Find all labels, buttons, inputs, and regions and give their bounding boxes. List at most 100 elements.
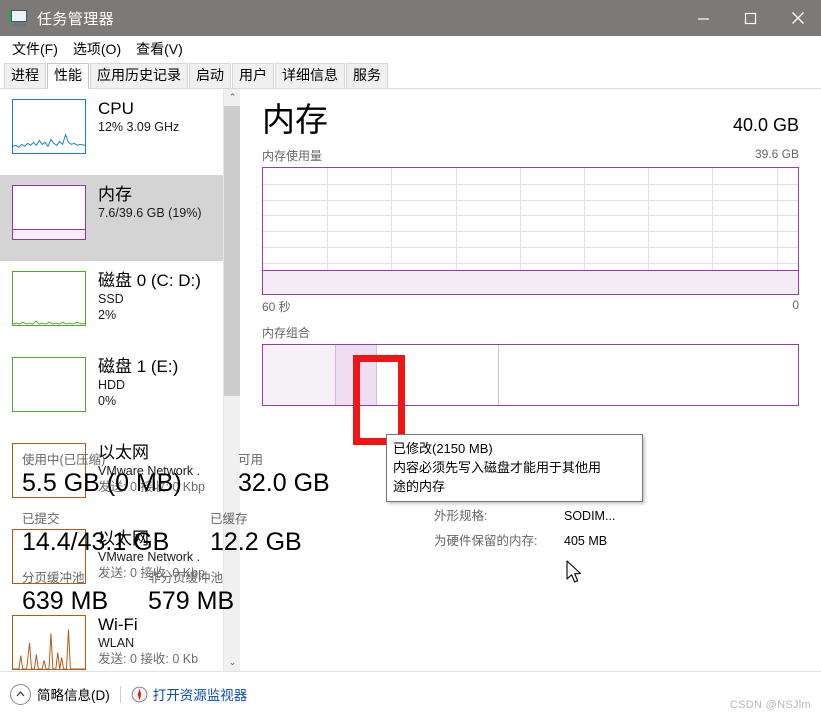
stat-paged-pool: 分页缓冲池 639 MB xyxy=(22,570,108,616)
fewer-details-button[interactable]: 简略信息(D) xyxy=(10,683,110,705)
minimize-button[interactable] xyxy=(680,0,727,36)
sidebar-item-memory-text: 内存 7.6/39.6 GB (19%) xyxy=(98,185,202,221)
stats-row-1: 使用中(已压缩) 5.5 GB (0 MB) 可用 32.0 GB xyxy=(22,452,392,500)
chevron-up-icon xyxy=(10,683,31,705)
scroll-up-icon[interactable]: ⌃ xyxy=(224,89,240,106)
stat-available-value: 32.0 GB xyxy=(238,469,330,497)
stat-in-use: 使用中(已压缩) 5.5 GB (0 MB) xyxy=(22,452,182,498)
sidebar-item-cpu-line2: 12% 3.09 GHz xyxy=(98,120,180,134)
sidebar-item-cpu[interactable]: CPU 12% 3.09 GHz xyxy=(0,89,240,175)
memory-composition-title: 内存组合 xyxy=(262,326,311,340)
stat-available: 可用 32.0 GB xyxy=(238,452,330,498)
stat-committed: 已提交 14.4/43.1 GB xyxy=(22,511,169,557)
watermark-text: CSDN @NSJlm xyxy=(729,699,811,711)
memory-thumbnail-graph xyxy=(12,185,86,240)
tooltip-line-1: 已修改(2150 MB) xyxy=(393,441,493,456)
stat-cached-label: 已缓存 xyxy=(210,512,248,526)
stat-paged-pool-label: 分页缓冲池 xyxy=(22,571,85,585)
stat-committed-label: 已提交 xyxy=(22,512,60,526)
spec-row-hardware-reserved: 为硬件保留的内存: 405 MB xyxy=(434,529,794,554)
disk0-thumbnail-graph xyxy=(12,271,86,326)
usage-graph-max: 39.6 GB xyxy=(754,147,799,161)
usage-graph-labels: 内存使用量 39.6 GB xyxy=(262,147,799,164)
stat-available-label: 可用 xyxy=(238,453,264,467)
usage-graph-axis: 60 秒 0 xyxy=(262,298,799,315)
open-resource-monitor-link[interactable]: 打开资源监视器 xyxy=(131,684,248,704)
sidebar-item-disk1[interactable]: 磁盘 1 (E:) HDD 0% xyxy=(0,347,240,433)
fewer-details-label: 简略信息(D) xyxy=(37,688,110,703)
stat-paged-pool-value: 639 MB xyxy=(22,587,109,615)
task-manager-icon xyxy=(9,8,29,28)
stats-row-2: 已提交 14.4/43.1 GB 已缓存 12.2 GB xyxy=(22,511,392,559)
usage-axis-left: 60 秒 xyxy=(262,300,291,314)
tooltip-line-3: 途的内存 xyxy=(393,479,446,494)
sidebar-item-disk0-title: 磁盘 0 (C: D:) xyxy=(98,271,201,290)
spec-form-factor-value: SODIM... xyxy=(564,509,616,523)
disk1-thumbnail-graph xyxy=(12,357,86,412)
stat-nonpaged-pool-label: 非分页缓冲池 xyxy=(148,571,224,585)
cpu-thumbnail-graph xyxy=(12,99,86,154)
memory-header: 内存 40.0 GB xyxy=(262,101,799,139)
stat-nonpaged-pool: 非分页缓冲池 579 MB xyxy=(148,570,234,616)
sidebar-item-disk0-line3: 2% xyxy=(98,308,117,322)
window-controls xyxy=(680,0,821,36)
memory-usage-graph xyxy=(262,167,799,295)
sidebar-item-cpu-title: CPU xyxy=(98,99,134,118)
spec-form-factor-label: 外形规格: xyxy=(434,509,488,523)
memory-composition-tooltip: 已修改(2150 MB) 内容必须先写入磁盘才能用于其他用 途的内存 xyxy=(386,434,643,502)
sidebar-item-disk1-line3: 0% xyxy=(98,394,117,408)
close-button[interactable] xyxy=(774,0,821,36)
stats-row-3: 分页缓冲池 639 MB 非分页缓冲池 579 MB xyxy=(22,570,392,618)
spec-hardware-reserved-value: 405 MB xyxy=(564,534,608,548)
tab-startup[interactable]: 启动 xyxy=(189,63,231,88)
sidebar-item-disk1-title: 磁盘 1 (E:) xyxy=(98,357,179,376)
stat-in-use-label: 使用中(已压缩) xyxy=(22,453,106,467)
tab-processes[interactable]: 进程 xyxy=(4,63,46,88)
status-bar: 简略信息(D) 打开资源监视器 CSDN @NSJlm xyxy=(0,671,821,716)
tab-app-history[interactable]: 应用历史记录 xyxy=(90,63,188,88)
resource-monitor-icon xyxy=(131,686,148,703)
menu-bar: 文件(F) 选项(O) 查看(V) xyxy=(0,36,821,62)
tab-services[interactable]: 服务 xyxy=(346,63,388,88)
open-resource-monitor-label: 打开资源监视器 xyxy=(152,688,248,703)
composition-modified-segment[interactable] xyxy=(335,345,377,405)
sidebar-item-disk1-line2: HDD xyxy=(98,378,126,392)
menu-item-file[interactable]: 文件(F) xyxy=(6,37,67,61)
stat-cached-value: 12.2 GB xyxy=(210,528,302,556)
composition-in-use-segment[interactable] xyxy=(263,345,336,405)
footer-divider xyxy=(119,685,121,703)
menu-item-view[interactable]: 查看(V) xyxy=(130,37,192,61)
tab-details[interactable]: 详细信息 xyxy=(275,63,345,88)
sidebar-item-memory-title: 内存 xyxy=(98,185,132,204)
tab-users[interactable]: 用户 xyxy=(232,63,274,88)
page-title: 内存 xyxy=(262,101,328,138)
sidebar-item-wifi-line3: 发送: 0 接收: 0 Kb xyxy=(98,652,199,666)
sidebar-item-cpu-text: CPU 12% 3.09 GHz xyxy=(98,99,179,135)
memory-composition-bar[interactable] xyxy=(262,344,799,406)
tooltip-line-2: 内容必须先写入磁盘才能用于其他用 xyxy=(393,460,602,475)
stat-nonpaged-pool-value: 579 MB xyxy=(148,587,235,615)
menu-item-options[interactable]: 选项(O) xyxy=(67,37,130,61)
scroll-down-icon[interactable]: ⌄ xyxy=(224,654,240,671)
composition-standby-divider xyxy=(498,345,500,405)
scrollbar-thumb[interactable] xyxy=(224,106,240,396)
sidebar-item-memory[interactable]: 内存 7.6/39.6 GB (19%) xyxy=(0,175,240,261)
usage-graph-title: 内存使用量 xyxy=(262,149,323,163)
stat-in-use-value: 5.5 GB (0 MB) xyxy=(22,469,182,497)
window-title: 任务管理器 xyxy=(37,10,115,28)
stat-committed-value: 14.4/43.1 GB xyxy=(22,528,170,556)
stat-cached: 已缓存 12.2 GB xyxy=(210,511,302,557)
tab-performance[interactable]: 性能 xyxy=(47,63,89,89)
maximize-button[interactable] xyxy=(727,0,774,36)
window-title-bar: 任务管理器 xyxy=(0,0,821,36)
sidebar-item-disk0[interactable]: 磁盘 0 (C: D:) SSD 2% xyxy=(0,261,240,347)
memory-total-capacity: 40.0 GB xyxy=(732,115,799,135)
sidebar-item-disk1-text: 磁盘 1 (E:) HDD 0% xyxy=(98,357,178,409)
memory-usage-fill xyxy=(263,270,798,294)
memory-stats-left: 使用中(已压缩) 5.5 GB (0 MB) 可用 32.0 GB 已提交 14… xyxy=(22,452,392,629)
spec-hardware-reserved-label: 为硬件保留的内存: xyxy=(434,534,538,548)
sidebar-item-disk0-line2: SSD xyxy=(98,292,124,306)
sidebar-item-disk0-text: 磁盘 0 (C: D:) SSD 2% xyxy=(98,271,201,323)
spec-row-form-factor: 外形规格: SODIM... xyxy=(434,504,794,529)
sidebar-item-memory-line2: 7.6/39.6 GB (19%) xyxy=(98,206,202,220)
